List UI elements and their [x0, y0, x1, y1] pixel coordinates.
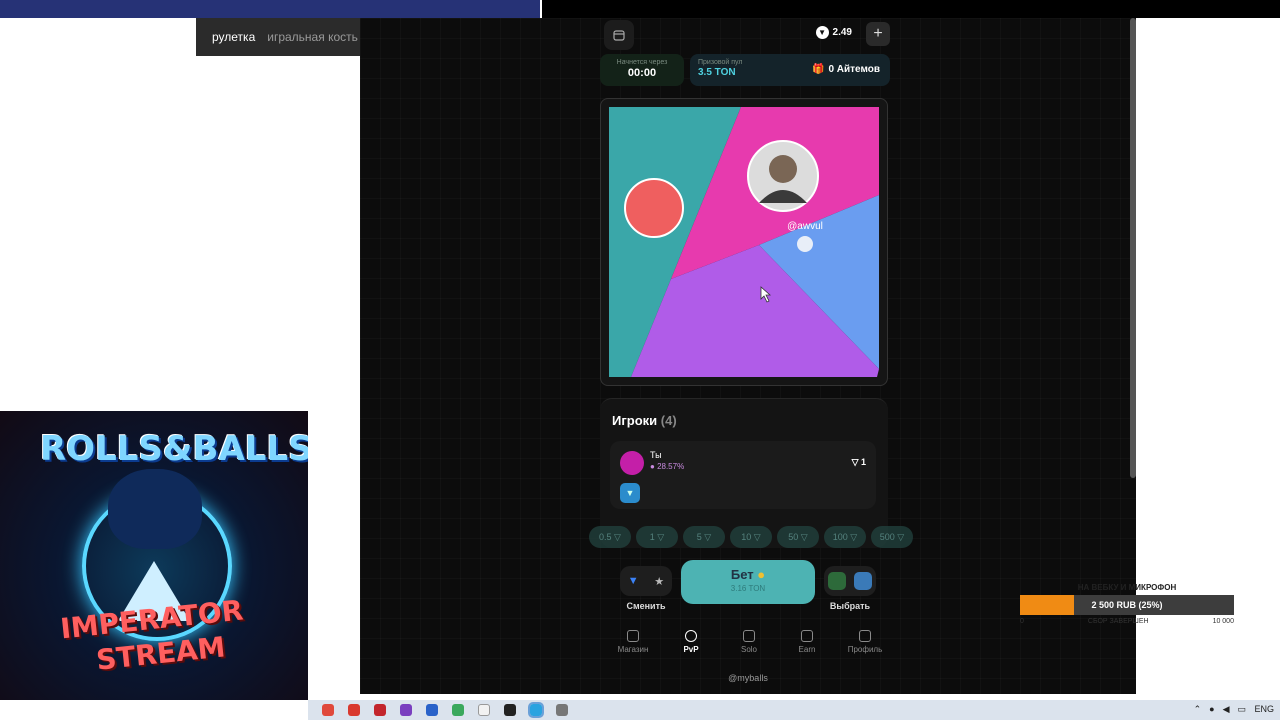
chip-100[interactable]: 100 ▽ [824, 526, 866, 548]
art-bear [108, 469, 202, 549]
nav-pvp[interactable]: PvP [662, 630, 720, 660]
nav-profile[interactable]: Профиль [836, 630, 894, 660]
gift-icon: 🎁 [811, 64, 825, 75]
network-icon[interactable]: ▭ [1237, 704, 1246, 715]
tab-roulette[interactable]: рулетка [212, 30, 255, 44]
donation-title: НА ВЕБКУ И МИКРОФОН [1077, 583, 1177, 592]
chip-5[interactable]: 5 ▽ [683, 526, 725, 548]
item-thumb-green [828, 572, 846, 590]
scrollbar[interactable] [1130, 18, 1136, 478]
bet-button[interactable]: Бет ● 3.16 TON [681, 560, 815, 604]
tab-dice[interactable]: игральная кость [267, 30, 358, 44]
chip-10[interactable]: 10 ▽ [730, 526, 772, 548]
user-icon [859, 630, 871, 642]
choose-button[interactable] [824, 566, 876, 596]
star-icon: ★ [654, 575, 665, 588]
nav-earn[interactable]: Earn [778, 630, 836, 660]
top-blue-strip [0, 0, 540, 18]
donation-status: СБОР ЗАВЕРШЕН [1087, 618, 1149, 625]
star-icon [801, 630, 813, 642]
player-bet-value: 1 [860, 457, 866, 467]
check-icon[interactable] [426, 704, 438, 716]
ton-icon: ▼ [627, 575, 639, 587]
player-row[interactable]: Ты ● 28.57% ▽ 1 ▼ [610, 441, 876, 509]
timer-value: 00:00 [627, 67, 657, 79]
donation-goal: НА ВЕБКУ И МИКРОФОН 2 500 RUB (25%) 0 СБ… [1020, 583, 1234, 625]
taskbar: ⌃ ● ◀ ▭ ENG [308, 700, 1280, 720]
chip-1[interactable]: 1 ▽ [636, 526, 678, 548]
add-balance-button[interactable]: + [866, 22, 890, 46]
opera-icon[interactable] [374, 704, 386, 716]
players-count: (4) [660, 413, 677, 428]
ton-chip-icon: ▼ [620, 483, 640, 503]
player-bet: ▽ 1 [851, 457, 866, 467]
chrome-icon[interactable] [322, 704, 334, 716]
donation-meta: 0 СБОР ЗАВЕРШЕН 10 000 [1020, 618, 1234, 625]
pool-card: Призовой пул 3.5 TON 🎁 0 Айтемов [690, 54, 890, 86]
players-heading: Игроки [612, 413, 658, 428]
chip-500[interactable]: 500 ▽ [871, 526, 913, 548]
shop-icon [627, 630, 639, 642]
bet-amount-chips: 0.5 ▽ 1 ▽ 5 ▽ 10 ▽ 50 ▽ 100 ▽ 500 ▽ [589, 526, 913, 548]
items-count: 0 Айтемов [828, 64, 880, 75]
chip-0-5[interactable]: 0.5 ▽ [589, 526, 631, 548]
avatar-face [769, 155, 797, 183]
player-percent-value: 28.57% [657, 462, 685, 471]
timer-card: Начнется через 00:00 [600, 54, 684, 86]
header: ▼ 2.49 + [604, 20, 890, 50]
player-chip-icon [795, 234, 815, 254]
timer-label: Начнется через [616, 59, 668, 66]
stream-logo: ROLLS&BALLS IMPERATOR STREAM [0, 411, 308, 700]
donation-progress-text: 2 500 RUB (25%) [1091, 600, 1163, 610]
bet-button-sub: 3.16 TON [730, 584, 766, 593]
player-name: Ты [650, 450, 662, 460]
chevron-up-icon[interactable]: ⌃ [1194, 704, 1202, 715]
system-tray: ⌃ ● ◀ ▭ [1194, 704, 1246, 715]
wheel-frame: @awvul [600, 98, 888, 386]
player-avatar-red [624, 178, 684, 238]
item-thumb-blue [854, 572, 872, 590]
browser-tabs: рулетка игральная кость [196, 18, 366, 56]
donation-max: 10 000 [1212, 618, 1234, 625]
yandex-icon[interactable] [348, 704, 360, 716]
switch-button[interactable]: ▼ ★ [620, 566, 672, 596]
nav-solo[interactable]: Solo [720, 630, 778, 660]
choose-label: Выбрать [829, 601, 871, 611]
calendar-icon [613, 30, 625, 41]
balance: ▼ 2.49 [815, 26, 852, 39]
wheel-player-tag: @awvul [787, 221, 823, 232]
player-avatar [620, 451, 644, 475]
players-title: Игроки (4) [612, 413, 677, 428]
ton-icon: ▼ [815, 26, 829, 39]
plus-icon: + [873, 25, 883, 42]
language-indicator[interactable]: ENG [1254, 704, 1274, 714]
nav-shop[interactable]: Магазин [604, 630, 662, 660]
bottom-nav: Магазин PvP Solo Earn Профиль [604, 630, 894, 660]
h-app-icon[interactable] [504, 704, 516, 716]
settings-app-icon[interactable] [556, 704, 568, 716]
footer-handle: @myballs [728, 673, 768, 683]
calendar-button[interactable] [604, 20, 634, 50]
bet-button-label: Бет ● [730, 567, 766, 582]
top-black-strip [542, 0, 1280, 18]
browser-icon[interactable] [452, 704, 464, 716]
coin-icon: ● [757, 567, 766, 582]
donation-bar: 2 500 RUB (25%) [1020, 595, 1234, 615]
gear-icon [743, 630, 755, 642]
app-icon[interactable] [400, 704, 412, 716]
pvp-icon [685, 630, 697, 642]
yandex-browser-icon[interactable] [478, 704, 490, 716]
balance-value: 2.49 [832, 27, 852, 38]
art-title-1: ROLLS&BALLS [40, 429, 308, 469]
wheel: @awvul [609, 107, 879, 377]
mic-icon[interactable]: ● [1209, 704, 1214, 715]
telegram-icon[interactable] [528, 702, 544, 718]
donation-min: 0 [1020, 618, 1024, 625]
player-percent: ● 28.57% [650, 462, 685, 471]
switch-label: Сменить [626, 601, 666, 611]
items-button[interactable]: 🎁 0 Айтемов [812, 64, 880, 75]
volume-icon[interactable]: ◀ [1223, 704, 1230, 715]
chip-50[interactable]: 50 ▽ [777, 526, 819, 548]
